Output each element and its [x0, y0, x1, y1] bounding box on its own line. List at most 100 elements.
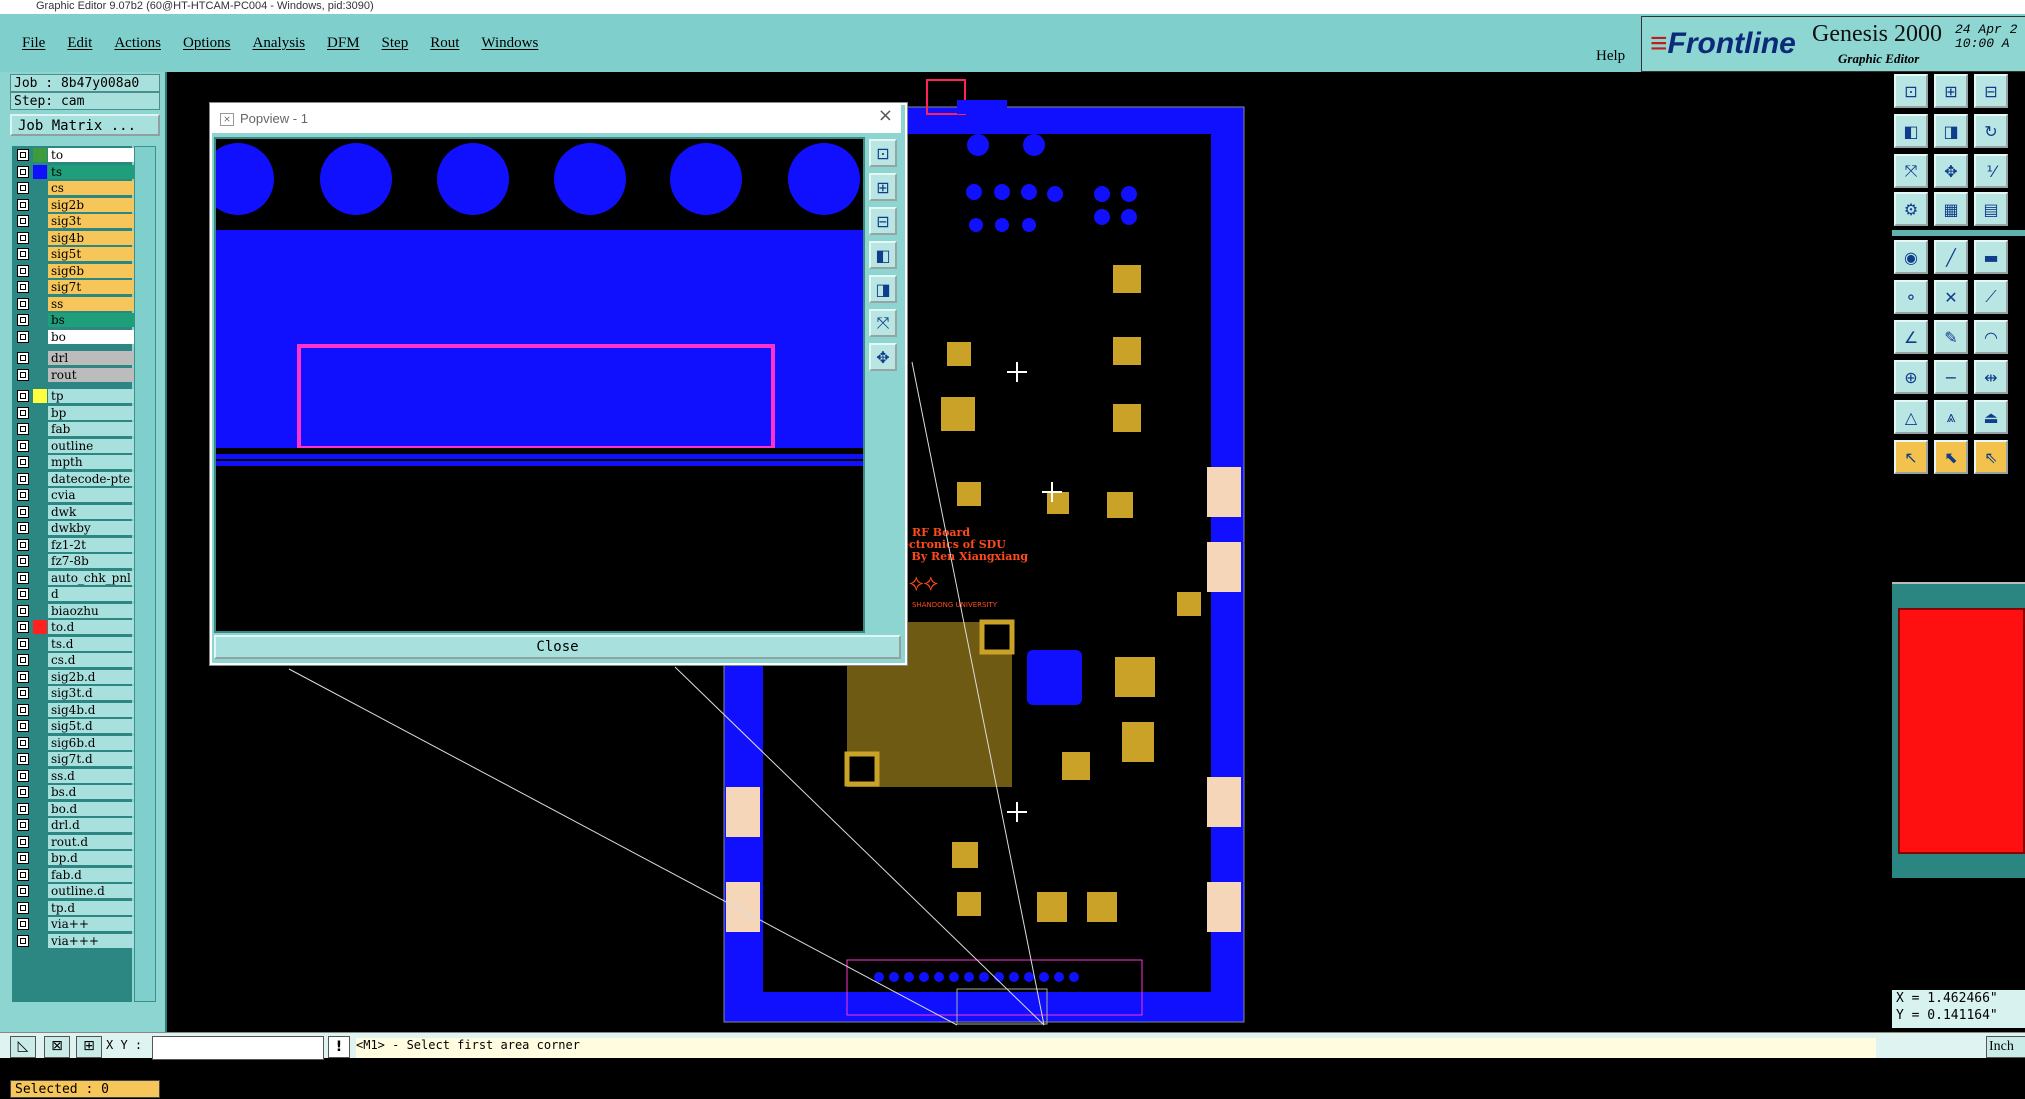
layer-row[interactable]: tp.d	[15, 900, 146, 915]
scale-icon[interactable]: ⅟	[1974, 154, 2008, 188]
layer-row[interactable]: bo.d	[15, 801, 146, 816]
layer-checkbox[interactable]	[17, 555, 29, 567]
draw-line-icon[interactable]: ∠	[1894, 320, 1928, 354]
layer-row[interactable]: sig5t	[15, 247, 146, 261]
layer-color-swatch[interactable]	[33, 669, 47, 684]
layer-checkbox[interactable]	[17, 215, 29, 227]
layer-name[interactable]: sig7t.d	[48, 752, 146, 766]
layer-row[interactable]: bs.d	[15, 785, 146, 799]
layer-name[interactable]: dwk	[48, 504, 146, 519]
layer-name[interactable]: bs	[48, 313, 146, 327]
snap-icon[interactable]: ⊕	[1894, 360, 1928, 394]
layer-checkbox[interactable]	[17, 264, 29, 277]
layer-color-swatch[interactable]	[33, 405, 47, 420]
layer-color-swatch[interactable]	[33, 653, 47, 667]
layer-row[interactable]: via+++	[15, 933, 146, 948]
layer-row[interactable]: via++	[15, 917, 146, 931]
layer-name[interactable]: cs	[48, 181, 146, 195]
popview-close-icon[interactable]: ×	[878, 105, 893, 126]
layer-color-swatch[interactable]	[33, 148, 47, 162]
layer-color-swatch[interactable]	[33, 785, 47, 799]
units-button[interactable]: Inch	[1986, 1036, 2025, 1058]
layer-checkbox[interactable]	[17, 736, 29, 749]
layer-row[interactable]: sig2b.d	[15, 669, 146, 684]
popview-window[interactable]: ⨯ Popview - 1 × ⊡ ⊞ ⊟ ◧ ◨ ⤧ ✥ Close	[210, 103, 907, 665]
redraw-icon[interactable]: ↻	[1974, 114, 2008, 148]
job-matrix-button[interactable]: Job Matrix ...	[10, 114, 160, 136]
layer-name[interactable]: bs.d	[48, 785, 146, 799]
node-icon[interactable]: ⟋	[1974, 280, 2008, 314]
zoom-in-icon[interactable]: ⊞	[1934, 74, 1968, 108]
layer-color-swatch[interactable]	[33, 455, 47, 469]
layer-name[interactable]: bo	[48, 329, 146, 344]
layer-row[interactable]: sig2b	[15, 197, 146, 212]
layer-checkbox[interactable]	[17, 687, 29, 699]
snap-icon[interactable]: ⊠	[44, 1036, 70, 1058]
layer-checkbox[interactable]	[17, 769, 29, 782]
layer-name[interactable]: fz1-2t	[48, 537, 146, 552]
layer-name[interactable]: sig3t	[48, 214, 146, 228]
layer-checkbox[interactable]	[17, 456, 29, 468]
layer-name[interactable]: ts.d	[48, 636, 146, 651]
layer-row[interactable]: bs	[15, 313, 146, 327]
layer-checkbox[interactable]	[17, 522, 29, 534]
layer-checkbox[interactable]	[17, 604, 29, 617]
layer-name[interactable]: to	[48, 148, 146, 162]
layer-color-swatch[interactable]	[33, 735, 47, 750]
layer-color-swatch[interactable]	[33, 329, 47, 344]
fit-icon[interactable]: ⤧	[1894, 154, 1928, 188]
polygon-icon[interactable]: ⩓	[1934, 400, 1968, 434]
layer-name[interactable]: outline.d	[48, 884, 146, 898]
layer-row[interactable]: rout.d	[15, 834, 146, 849]
layer-color-swatch[interactable]	[33, 313, 47, 327]
layer-color-swatch[interactable]	[33, 214, 47, 228]
layer-row[interactable]: auto_chk_pnl	[15, 570, 146, 585]
layer-row[interactable]: dwkby	[15, 521, 146, 535]
layer-row[interactable]: sig4b	[15, 230, 146, 245]
layer-row[interactable]: sig4b.d	[15, 702, 146, 717]
layer-row[interactable]: fab	[15, 422, 146, 436]
zoom-out-icon[interactable]: ⊟	[869, 207, 897, 235]
layer-checkbox[interactable]	[17, 934, 29, 947]
layer-name[interactable]: fab	[48, 422, 146, 436]
layer-row[interactable]: fz7-8b	[15, 554, 146, 568]
layer-color-swatch[interactable]	[33, 917, 47, 931]
layer-name[interactable]: via++	[48, 917, 146, 931]
minus-icon[interactable]: −	[1934, 360, 1968, 394]
layer-color-swatch[interactable]	[33, 367, 47, 382]
layer-color-swatch[interactable]	[33, 521, 47, 535]
arc-icon[interactable]: ◠	[1974, 320, 2008, 354]
layer-name[interactable]: ts	[48, 164, 146, 179]
layer-checkbox[interactable]	[17, 472, 29, 485]
layer-color-swatch[interactable]	[33, 818, 47, 832]
layer-name[interactable]: tp.d	[48, 900, 146, 915]
layer-checkbox[interactable]	[17, 248, 29, 260]
layer-color-swatch[interactable]	[33, 296, 47, 311]
edit-icon[interactable]: ✎	[1934, 320, 1968, 354]
layer-name[interactable]: sig6b	[48, 263, 146, 278]
menu-help[interactable]: Help	[1596, 48, 1625, 65]
grid-icon[interactable]: ⊞	[76, 1036, 102, 1058]
menu-edit[interactable]: Edit	[67, 35, 92, 52]
layer-checkbox[interactable]	[17, 406, 29, 419]
layer-row[interactable]: sig7t.d	[15, 752, 146, 766]
layer-checkbox[interactable]	[17, 720, 29, 732]
measure-icon[interactable]: ▬	[1974, 240, 2008, 274]
layer-color-swatch[interactable]	[33, 554, 47, 568]
layer-row[interactable]: ts	[15, 164, 146, 179]
layer-checkbox[interactable]	[17, 423, 29, 435]
layer-color-swatch[interactable]	[33, 197, 47, 212]
layer-row[interactable]: sig6b	[15, 263, 146, 278]
menu-step[interactable]: Step	[382, 35, 409, 52]
layer-row[interactable]: mpth	[15, 455, 146, 469]
center-icon[interactable]: ✥	[1934, 154, 1968, 188]
center-icon[interactable]: ✥	[869, 343, 897, 371]
layer-color-swatch[interactable]	[33, 422, 47, 436]
layer-checkbox[interactable]	[17, 654, 29, 666]
layer-color-swatch[interactable]	[33, 230, 47, 245]
layer-color-swatch[interactable]	[33, 801, 47, 816]
layer-row[interactable]: fab.d	[15, 867, 146, 882]
layer-row[interactable]: sig7t	[15, 280, 146, 294]
layer-list-scrollbar[interactable]	[134, 146, 156, 1002]
cross-icon[interactable]: ✕	[1934, 280, 1968, 314]
